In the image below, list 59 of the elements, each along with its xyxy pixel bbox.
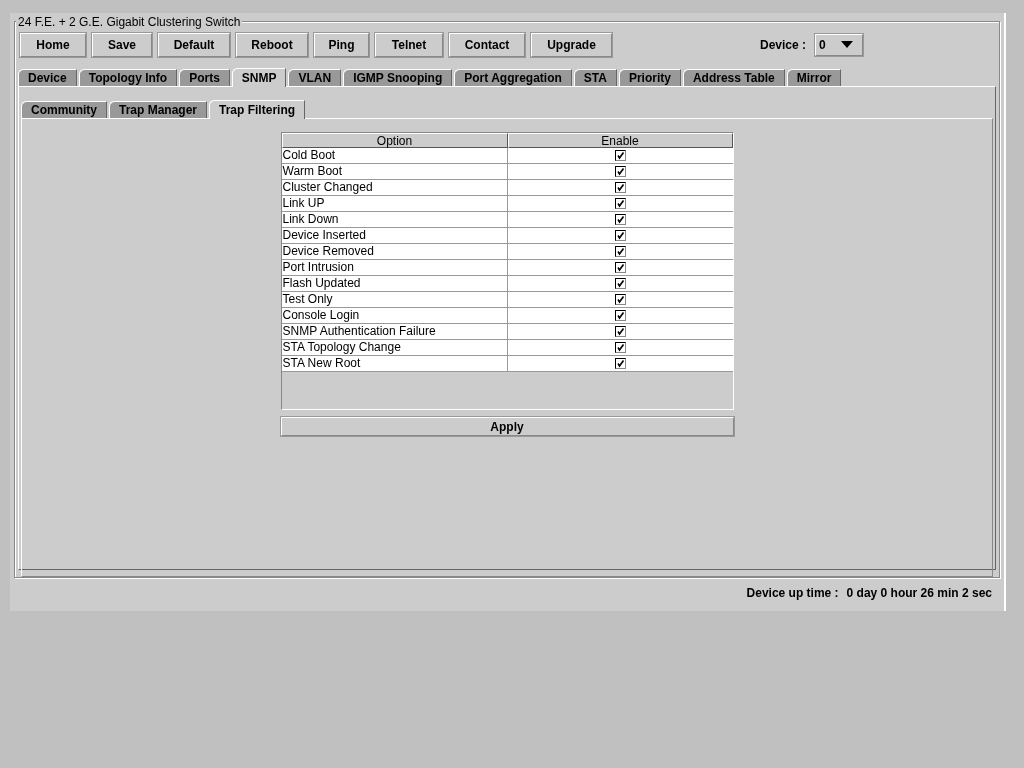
tab[interactable]: Port Aggregation [454,69,572,86]
tab[interactable]: Topology Info [78,69,178,86]
device-dropdown[interactable]: 0 [815,33,863,56]
checkbox[interactable] [614,166,626,177]
window-title: 24 F.E. + 2 G.E. Gigabit Clustering Switch [16,15,243,29]
checkbox[interactable] [614,182,626,193]
tab[interactable]: VLAN [288,69,342,86]
tab[interactable]: Trap Manager [109,101,208,118]
toolbar-button[interactable]: Home [20,32,86,57]
tab[interactable]: Device [18,69,77,86]
table-cell: Link Down [281,212,508,228]
tab[interactable]: Trap Filtering [209,100,306,119]
table-cell: Link UP [281,196,508,212]
dropdown-arrow-icon [841,41,853,48]
toolbar-button[interactable]: Ping [314,32,369,57]
checkbox[interactable] [614,262,626,273]
toolbar-button[interactable]: Save [92,32,152,57]
table-cell: Cold Boot [281,148,508,164]
tab[interactable]: Mirror [786,69,842,86]
toolbar-button[interactable]: Reboot [236,32,308,57]
checkbox[interactable] [614,342,626,353]
checkbox[interactable] [614,294,626,305]
tab[interactable]: STA [573,69,617,86]
checkbox[interactable] [614,150,626,161]
checkbox[interactable] [614,198,626,209]
toolbar-button[interactable]: Default [158,32,230,57]
checkbox[interactable] [614,246,626,257]
table-cell: Cluster Changed [281,180,508,196]
table-cell: STA Topology Change [281,340,508,356]
table-cell: STA New Root [281,356,508,372]
tab[interactable]: Address Table [682,69,785,86]
table-cell: Test Only [281,292,508,308]
column-header[interactable]: Enable [507,133,733,148]
tab[interactable]: Priority [618,69,681,86]
uptime-label: Device up time : [746,586,839,600]
tab[interactable]: IGMP Snooping [343,69,453,86]
tab[interactable]: SNMP [231,68,287,87]
tab[interactable]: Ports [179,69,230,86]
column-header[interactable]: Option [281,133,508,148]
apply-button[interactable]: Apply [280,417,734,436]
table-cell: Device Removed [281,244,508,260]
checkbox[interactable] [614,278,626,289]
table-cell: Device Inserted [281,228,508,244]
table-cell: Console Login [281,308,508,324]
uptime-value: 0 day 0 hour 26 min 2 sec [846,586,992,600]
toolbar-button[interactable]: Telnet [375,32,443,57]
checkbox[interactable] [614,214,626,225]
tab[interactable]: Community [21,101,107,118]
table-cell: Warm Boot [281,164,508,180]
checkbox[interactable] [614,358,626,369]
toolbar-button[interactable]: Upgrade [531,32,612,57]
checkbox[interactable] [614,310,626,321]
checkbox[interactable] [614,326,626,337]
toolbar-button[interactable]: Contact [449,32,525,57]
device-label: Device : [759,37,806,52]
checkbox[interactable] [614,230,626,241]
table-cell: SNMP Authentication Failure [281,324,508,340]
table-cell: Port Intrusion [281,260,508,276]
table-cell: Flash Updated [281,276,508,292]
